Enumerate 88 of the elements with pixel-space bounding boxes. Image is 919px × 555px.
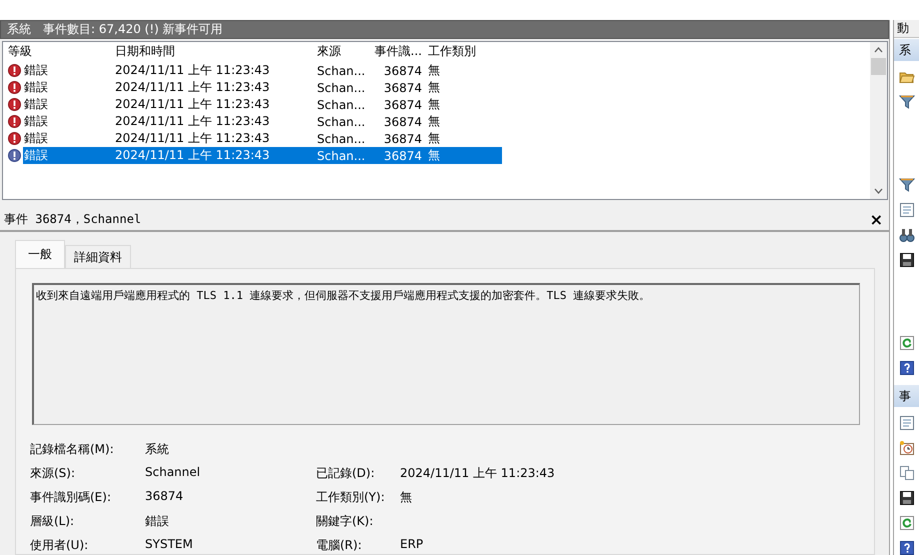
event-title: 事件 36874，Schannel — [4, 210, 142, 228]
property-value: SYSTEM — [145, 537, 194, 553]
table-cell-text: Schan... — [316, 98, 366, 112]
table-cell-text: Schan... — [316, 114, 366, 128]
property-value: 錯誤 — [145, 513, 170, 530]
help-icon[interactable] — [899, 540, 915, 555]
event-row[interactable]: 錯誤 2024/11/11 上午 11:23:43 Schan... 36874 無 — [3, 130, 502, 147]
table-cell-text: 錯誤 — [23, 113, 49, 130]
table-cell-text: 無 — [427, 79, 441, 96]
table-cell-text: 2024/11/11 上午 11:23:43 — [114, 130, 271, 147]
error-icon — [8, 64, 21, 77]
binoculars-icon[interactable] — [899, 227, 915, 243]
property-value: 36874 — [145, 489, 184, 505]
table-cell-text: 錯誤 — [23, 96, 49, 113]
table-cell-text: Schan... — [316, 80, 366, 94]
column-header[interactable]: 來源 — [317, 44, 341, 58]
property-value: ERP — [400, 537, 424, 553]
property-label: 使用者(U): — [30, 537, 90, 554]
table-cell-text: 2024/11/11 上午 11:23:43 — [114, 113, 271, 130]
scrollbar-thumb[interactable] — [871, 58, 886, 75]
section-header[interactable]: 系 — [894, 39, 919, 61]
event-row[interactable]: 錯誤 2024/11/11 上午 11:23:43 Schan... 36874 無 — [3, 96, 502, 113]
tab[interactable]: 詳細資料 — [65, 245, 131, 268]
help-icon[interactable] — [899, 360, 915, 376]
table-cell-text: Schan... — [316, 132, 366, 146]
filter-icon[interactable] — [899, 94, 915, 110]
save-icon[interactable] — [899, 490, 915, 506]
table-cell-text: 錯誤 — [23, 147, 49, 164]
column-header[interactable]: 工作類別 — [428, 44, 476, 58]
property-value: 無 — [400, 489, 413, 506]
column-header[interactable]: 日期和時間 — [115, 44, 175, 58]
scrollbar[interactable] — [870, 42, 887, 199]
table-cell-text: 無 — [427, 62, 441, 79]
properties-icon[interactable] — [899, 202, 915, 218]
table-cell-text: 無 — [427, 147, 441, 164]
property-label: 來源(S): — [30, 465, 76, 482]
table-cell-text: 2024/11/11 上午 11:23:43 — [114, 79, 271, 96]
event-row[interactable]: 錯誤 2024/11/11 上午 11:23:43 Schan... 36874 無 — [3, 113, 502, 130]
close-button[interactable]: × — [870, 210, 883, 228]
property-label: 事件識別碼(E): — [30, 489, 112, 506]
error-icon — [8, 132, 21, 145]
error-icon — [8, 149, 21, 162]
table-cell-text: 無 — [427, 113, 441, 130]
filter-icon[interactable] — [899, 177, 915, 193]
event-row[interactable]: 錯誤 2024/11/11 上午 11:23:43 Schan... 36874 無 — [3, 79, 502, 96]
table-cell-text: 無 — [427, 96, 441, 113]
log-name: 系統 — [7, 21, 31, 38]
table-cell-text: 2024/11/11 上午 11:23:43 — [114, 62, 271, 79]
error-icon — [8, 98, 21, 111]
table-cell-text: 2024/11/11 上午 11:23:43 — [114, 96, 271, 113]
event-row[interactable]: 錯誤 2024/11/11 上午 11:23:43 Schan... 36874 無 — [3, 62, 502, 79]
actions-title: 動 — [894, 20, 919, 38]
table-cell-text: 錯誤 — [23, 130, 49, 147]
event-count: 事件數目: 67,420 (!) 新事件可用 — [43, 21, 223, 38]
table-cell-text: 36874 — [382, 132, 422, 146]
property-label: 層級(L): — [30, 513, 76, 530]
table-cell-text: 36874 — [382, 64, 422, 78]
table-cell-text: 36874 — [382, 148, 422, 162]
section-header[interactable]: 事 — [894, 385, 919, 407]
table-cell-text: 36874 — [382, 98, 422, 112]
save-icon[interactable] — [899, 252, 915, 268]
property-value: 系統 — [145, 441, 170, 458]
column-header[interactable]: 等級 — [8, 43, 32, 60]
refresh-icon[interactable] — [899, 335, 915, 351]
tab[interactable]: 一般 — [15, 240, 65, 268]
table-cell-text: 錯誤 — [23, 62, 49, 79]
column-header[interactable]: 事件識... — [374, 44, 422, 58]
properties-icon[interactable] — [899, 415, 915, 431]
refresh-icon[interactable] — [899, 515, 915, 531]
property-label: 已記錄(D): — [316, 465, 376, 482]
clock-icon[interactable] — [899, 440, 915, 456]
table-cell-text: 無 — [427, 130, 441, 147]
property-value: Schannel — [145, 465, 202, 481]
copy-icon[interactable] — [899, 465, 915, 481]
table-cell-text: 2024/11/11 上午 11:23:43 — [114, 147, 271, 164]
property-label: 記錄檔名稱(M): — [30, 441, 115, 458]
table-cell-text: Schan... — [316, 64, 366, 78]
table-cell-text: 錯誤 — [23, 79, 49, 96]
error-icon — [8, 115, 21, 128]
property-label: 電腦(R): — [316, 537, 363, 554]
property-value: 2024/11/11 上午 11:23:43 — [400, 465, 556, 482]
property-label: 工作類別(Y): — [316, 489, 386, 506]
table-cell-text: 36874 — [382, 80, 422, 94]
table-cell-text: Schan... — [316, 148, 366, 162]
table-cell-text: 36874 — [382, 114, 422, 128]
property-label: 關鍵字(K): — [316, 513, 374, 530]
event-message: 收到來自遠端用戶端應用程式的 TLS 1.1 連線要求，但伺服器不支援用戶端應用程式支援的加密套件。TLS 連線要求失敗。 — [32, 283, 860, 425]
error-icon — [8, 81, 21, 94]
